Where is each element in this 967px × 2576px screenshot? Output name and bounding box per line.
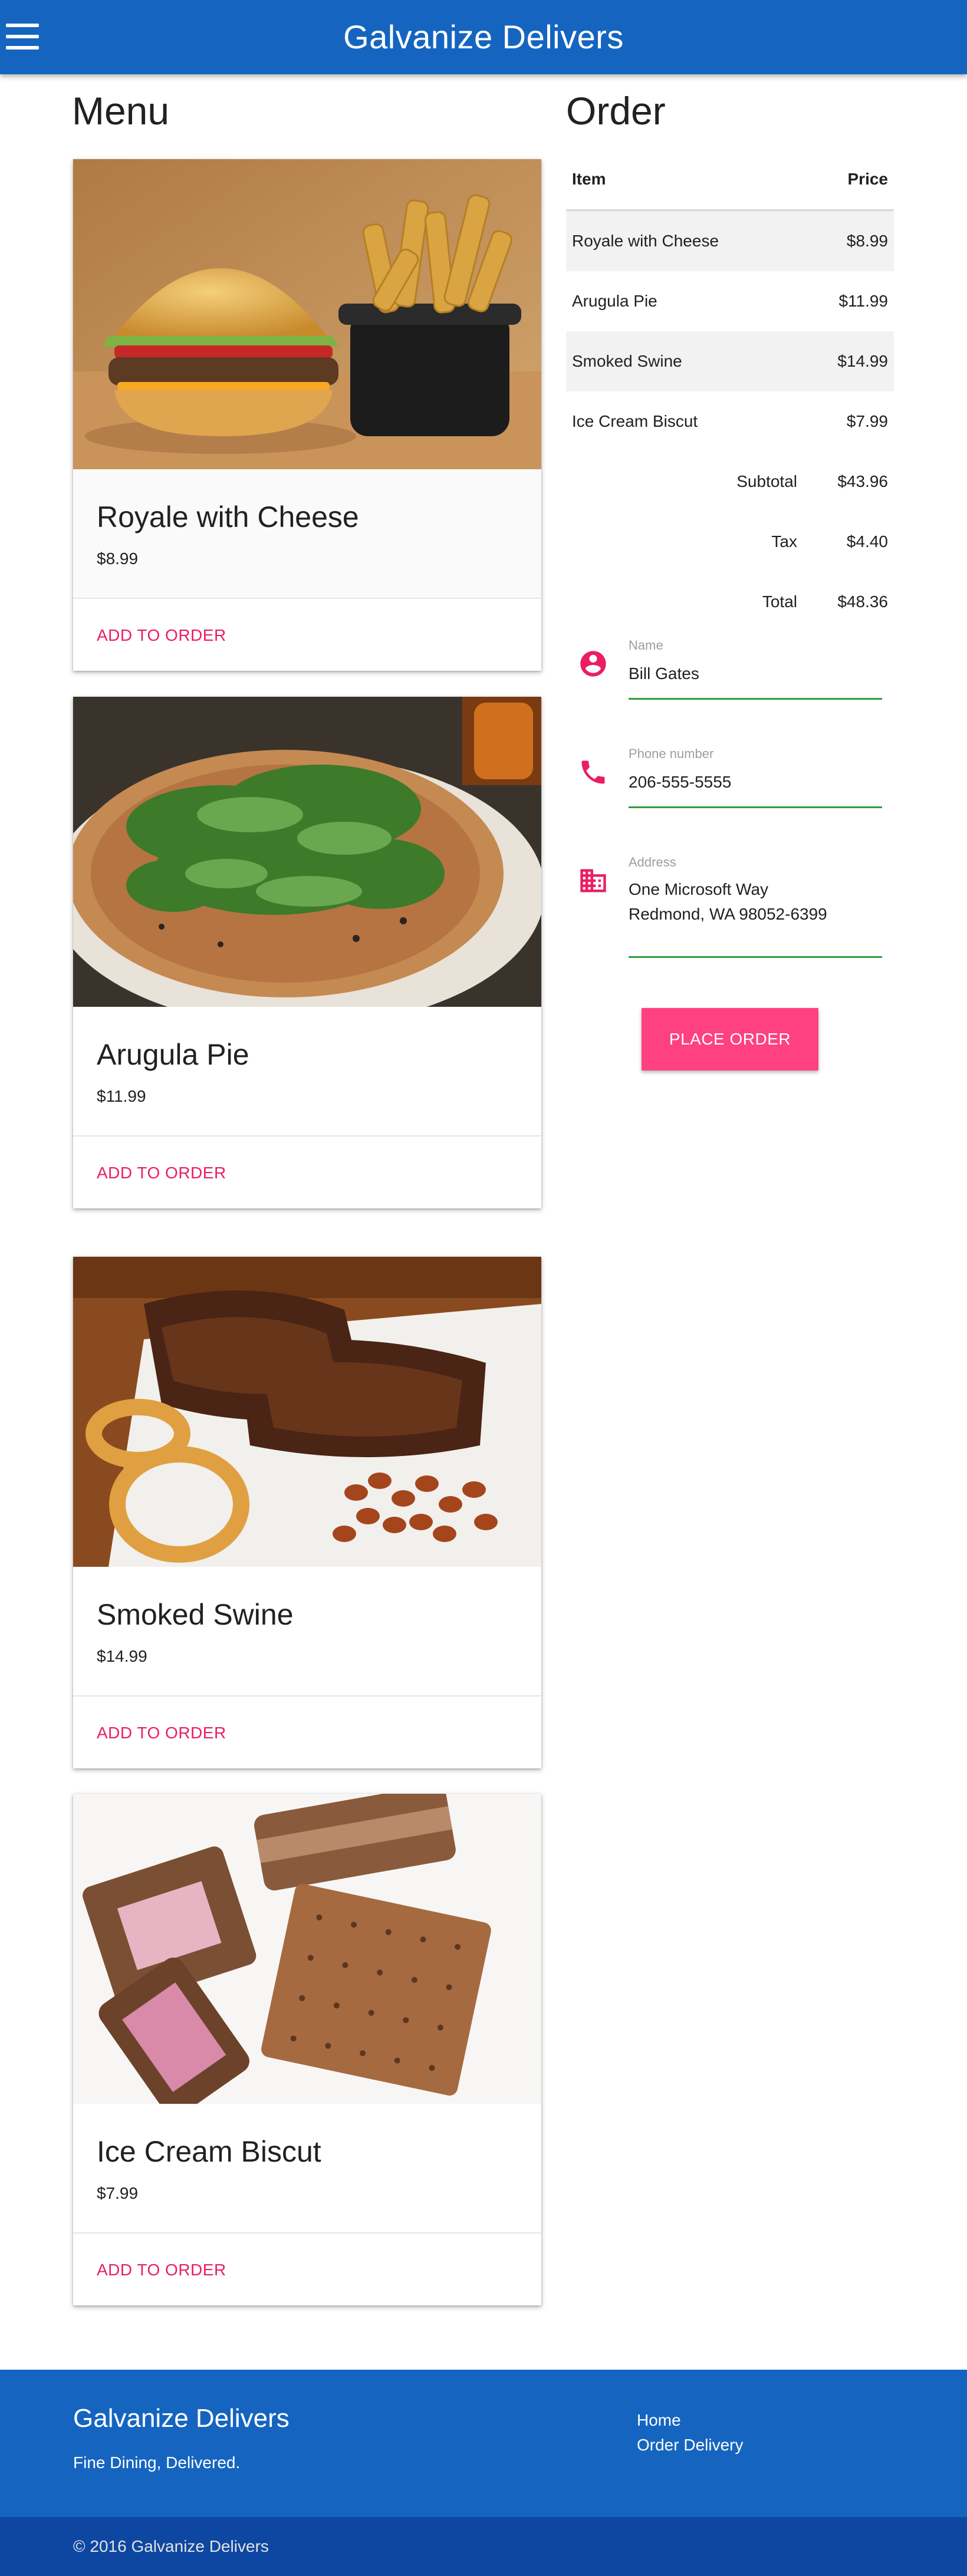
pizza-image <box>73 697 541 1007</box>
tax-label: Tax <box>771 532 797 551</box>
phone-label: Phone number <box>629 746 714 761</box>
footer-link-order-delivery[interactable]: Order Delivery <box>637 2436 743 2455</box>
row-item: Ice Cream Biscut <box>572 412 698 430</box>
row-price: $11.99 <box>838 292 888 310</box>
add-to-order-button[interactable]: ADD TO ORDER <box>97 2261 226 2279</box>
business-building-icon <box>580 869 606 892</box>
app-title: Galvanize Delivers <box>343 18 624 55</box>
add-to-order-button[interactable]: ADD TO ORDER <box>97 626 226 644</box>
menu-card-ice-cream: Ice Cream Biscut $7.99 ADD TO ORDER <box>73 1794 541 2305</box>
account-circle-icon <box>580 651 606 677</box>
table-row: Ice Cream Biscut $7.99 <box>566 391 894 452</box>
name-input[interactable]: Bill Gates <box>629 661 699 686</box>
card-actions: ADD TO ORDER <box>73 1695 541 1768</box>
card-body: Arugula Pie $11.99 <box>73 1007 541 1135</box>
address-field[interactable]: Address One Microsoft Way Redmond, WA 98… <box>578 848 882 960</box>
item-name: Smoked Swine <box>97 1598 294 1631</box>
row-price: $7.99 <box>846 412 888 430</box>
card-actions: ADD TO ORDER <box>73 598 541 671</box>
card-actions: ADD TO ORDER <box>73 2232 541 2305</box>
row-price: $8.99 <box>846 232 888 250</box>
ribs-image <box>73 1257 541 1567</box>
subtotal-label: Subtotal <box>736 472 797 490</box>
item-price: $8.99 <box>97 549 139 568</box>
item-name: Royale with Cheese <box>97 500 359 533</box>
row-item: Arugula Pie <box>572 292 657 310</box>
phone-input[interactable]: 206-555-5555 <box>629 770 731 795</box>
item-price: $7.99 <box>97 2184 139 2202</box>
menu-card-arugula: Arugula Pie $11.99 ADD TO ORDER <box>73 697 541 1208</box>
total-label: Total <box>762 592 797 611</box>
add-to-order-button[interactable]: ADD TO ORDER <box>97 1164 226 1182</box>
card-body: Ice Cream Biscut $7.99 <box>73 2104 541 2232</box>
order-table: Item Price Royale with Cheese $8.99 Arug… <box>566 149 894 632</box>
menu-heading: Menu <box>72 89 170 133</box>
ice-cream-biscuit-image <box>73 1794 541 2104</box>
menu-card-royale: Royale with Cheese $8.99 ADD TO ORDER <box>73 159 541 671</box>
phone-icon <box>581 760 605 784</box>
row-item: Smoked Swine <box>572 352 682 370</box>
name-field[interactable]: Name Bill Gates <box>578 631 882 701</box>
item-price: $14.99 <box>97 1647 147 1665</box>
subtotal-value: $43.96 <box>837 472 888 490</box>
table-row: Royale with Cheese $8.99 <box>566 211 894 271</box>
item-name: Ice Cream Biscut <box>97 2135 321 2168</box>
total-value: $48.36 <box>837 592 888 611</box>
address-underline <box>629 956 882 958</box>
burger-image <box>73 159 541 469</box>
tax-value: $4.40 <box>846 532 888 551</box>
card-body: Royale with Cheese $8.99 <box>73 469 541 598</box>
add-to-order-button[interactable]: ADD TO ORDER <box>97 1724 226 1742</box>
tax-row: Tax $4.40 <box>566 512 894 572</box>
footer-title: Galvanize Delivers <box>73 2404 290 2433</box>
table-row: Arugula Pie $11.99 <box>566 271 894 331</box>
menu-card-smoked-swine: Smoked Swine $14.99 ADD TO ORDER <box>73 1257 541 1768</box>
row-item: Royale with Cheese <box>572 232 719 250</box>
phone-underline <box>629 806 882 808</box>
order-table-header: Item Price <box>566 149 894 211</box>
total-row: Total $48.36 <box>566 572 894 632</box>
card-body: Smoked Swine $14.99 <box>73 1567 541 1695</box>
copyright-text: © 2016 Galvanize Delivers <box>73 2537 269 2555</box>
card-actions: ADD TO ORDER <box>73 1135 541 1208</box>
item-price: $11.99 <box>97 1087 146 1105</box>
column-header-price: Price <box>847 169 889 188</box>
subtotal-row: Subtotal $43.96 <box>566 452 894 512</box>
app-bar: Galvanize Delivers <box>0 0 967 74</box>
footer-link-home[interactable]: Home <box>637 2411 681 2430</box>
address-line-1[interactable]: One Microsoft Way <box>629 877 768 902</box>
name-underline <box>629 698 882 700</box>
name-label: Name <box>629 638 663 653</box>
place-order-button[interactable]: PLACE ORDER <box>642 1008 818 1070</box>
order-heading: Order <box>566 89 666 133</box>
column-header-item: Item <box>572 169 606 188</box>
table-row: Smoked Swine $14.99 <box>566 331 894 391</box>
phone-field[interactable]: Phone number 206-555-5555 <box>578 739 882 810</box>
row-price: $14.99 <box>837 352 888 370</box>
item-name: Arugula Pie <box>97 1038 249 1071</box>
footer-tagline: Fine Dining, Delivered. <box>73 2453 241 2472</box>
address-label: Address <box>629 855 676 869</box>
address-line-2[interactable]: Redmond, WA 98052-6399 <box>629 902 827 927</box>
